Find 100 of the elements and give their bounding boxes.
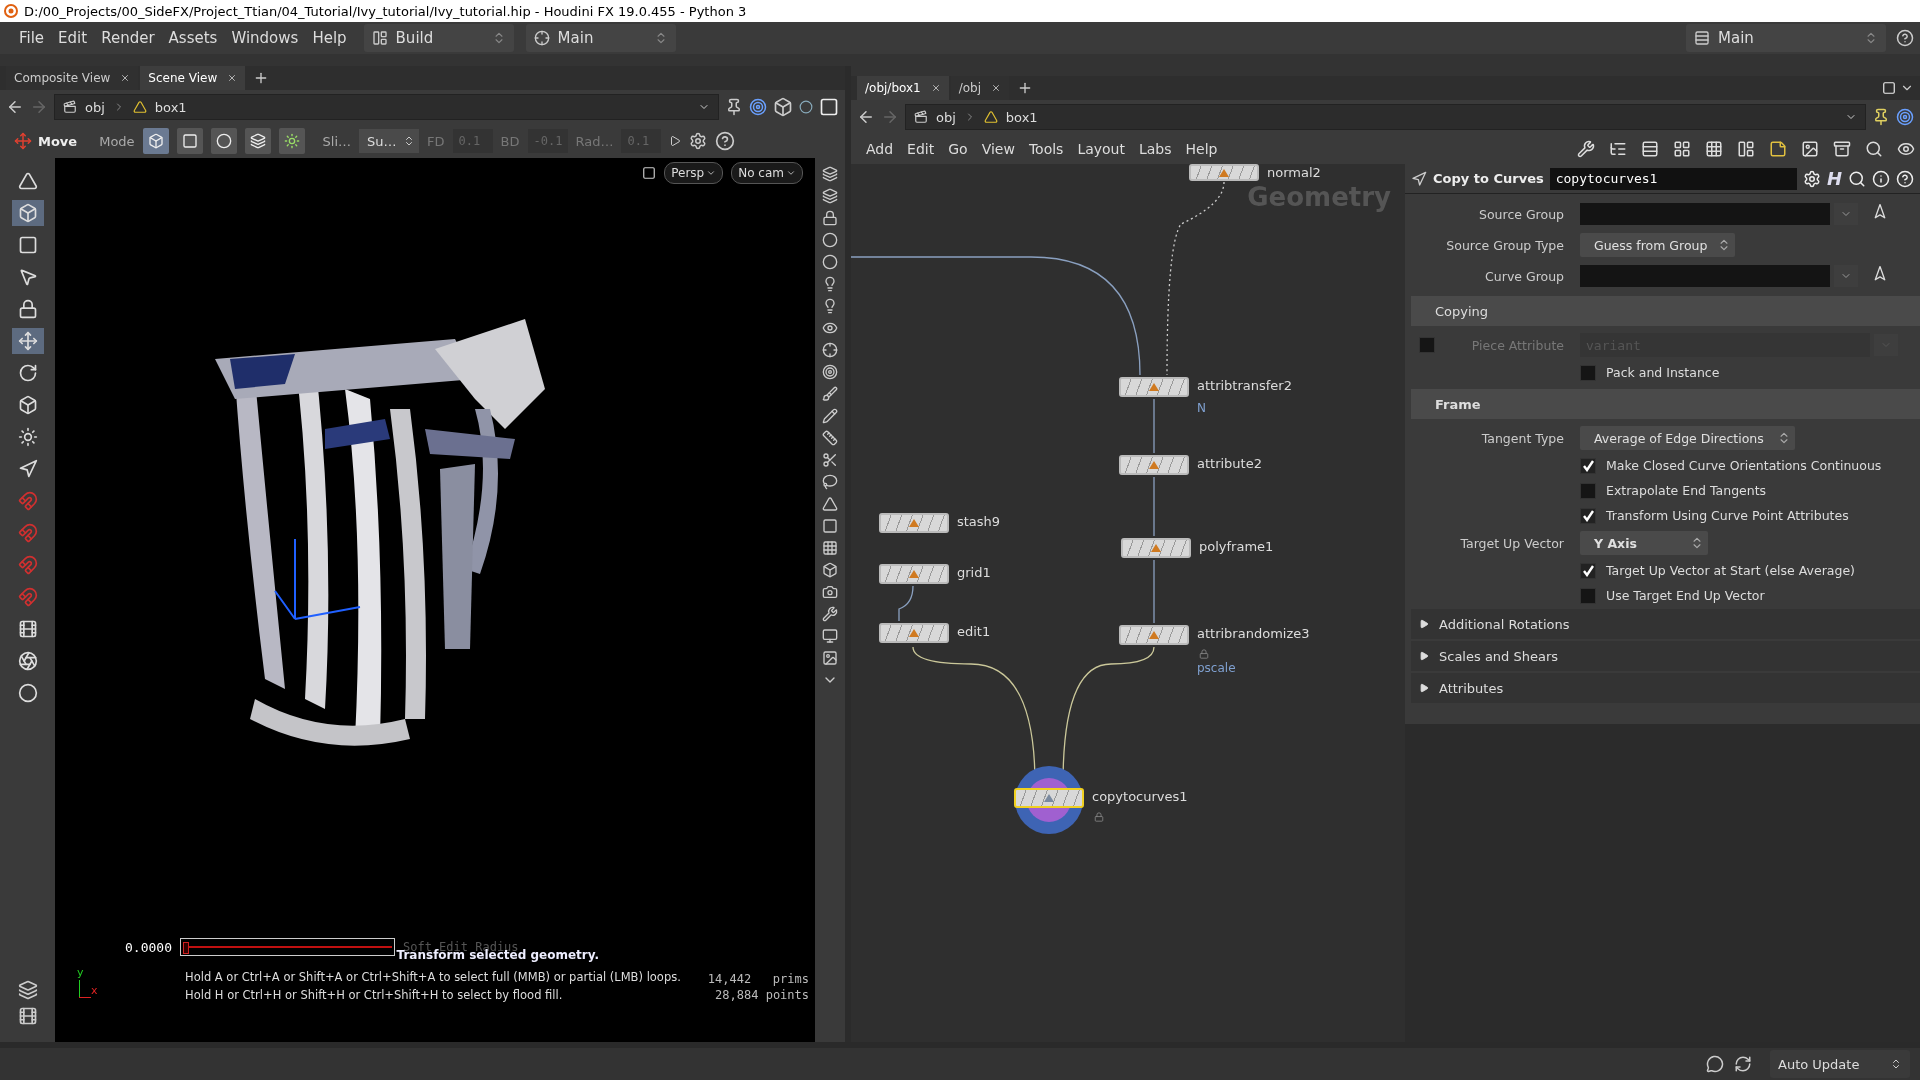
- folder-header[interactable]: Additional Rotations: [1411, 609, 1920, 639]
- film-icon[interactable]: [17, 619, 38, 639]
- asset-button[interactable]: H: [1826, 168, 1842, 189]
- settings-icon[interactable]: [1802, 169, 1821, 188]
- menu-item[interactable]: Assets: [163, 29, 223, 47]
- node-tile[interactable]: [1121, 538, 1191, 558]
- path-bar[interactable]: obj box1: [54, 94, 719, 120]
- close-icon[interactable]: [930, 83, 941, 93]
- checkbox[interactable]: [1580, 482, 1596, 499]
- eye-icon[interactable]: [822, 320, 838, 336]
- close-icon[interactable]: [227, 73, 238, 83]
- menu-field[interactable]: Guess from Group: [1580, 233, 1735, 257]
- node-tile[interactable]: [879, 564, 949, 584]
- node-tile[interactable]: [1119, 455, 1189, 475]
- color-grid-icon[interactable]: [1673, 140, 1691, 158]
- camera-icon[interactable]: [822, 584, 838, 600]
- brush-icon[interactable]: [822, 386, 838, 402]
- lasso-icon[interactable]: [822, 474, 838, 490]
- pane-icon[interactable]: [1882, 81, 1896, 95]
- selection-mode-button[interactable]: [176, 128, 203, 154]
- checkbox[interactable]: [1580, 457, 1596, 474]
- cone-icon[interactable]: [17, 171, 38, 191]
- box-icon[interactable]: [822, 562, 838, 578]
- menu-item[interactable]: Edit: [902, 141, 940, 157]
- group-field[interactable]: [1580, 265, 1830, 287]
- help-icon[interactable]: [715, 131, 736, 151]
- section-header[interactable]: Copying: [1411, 296, 1920, 326]
- arrow-icon[interactable]: [17, 459, 38, 479]
- rotate-icon[interactable]: [17, 363, 38, 383]
- pane-tab[interactable]: Scene View: [140, 66, 246, 90]
- cube-icon[interactable]: [773, 97, 793, 117]
- pin-icon[interactable]: [1872, 108, 1890, 126]
- node-tile[interactable]: [879, 623, 949, 643]
- menu-item[interactable]: File: [14, 29, 50, 47]
- layers-icon[interactable]: [17, 980, 38, 1000]
- selection-mode-button[interactable]: [210, 128, 237, 154]
- menu-item[interactable]: Help: [1180, 141, 1223, 157]
- layout-icon[interactable]: [1737, 140, 1755, 158]
- node-tile[interactable]: [1119, 377, 1189, 397]
- desktop-dropdown[interactable]: Main: [525, 24, 676, 52]
- menu-item[interactable]: Add: [861, 141, 899, 157]
- camera-menu[interactable]: No cam: [731, 162, 803, 184]
- square-icon[interactable]: [822, 518, 838, 534]
- menu-item[interactable]: Tools: [1023, 141, 1069, 157]
- wrench-icon[interactable]: [1577, 140, 1595, 158]
- camera-menu[interactable]: Persp: [664, 162, 724, 184]
- node-tile[interactable]: [1014, 788, 1084, 808]
- menu-field[interactable]: Y Axis: [1580, 531, 1708, 555]
- target-icon[interactable]: [822, 364, 838, 380]
- checkbox[interactable]: [1580, 587, 1596, 604]
- sphere-icon[interactable]: [799, 100, 813, 114]
- grid-icon[interactable]: [822, 540, 838, 556]
- image-icon[interactable]: [822, 650, 838, 666]
- pane-tab[interactable]: /obj/box1: [857, 76, 949, 100]
- radius-slider[interactable]: [179, 938, 395, 956]
- tree-icon[interactable]: [1609, 140, 1627, 158]
- menu-item[interactable]: Go: [943, 141, 973, 157]
- box-icon[interactable]: [1833, 140, 1851, 158]
- slider-thumb[interactable]: [182, 942, 189, 954]
- info-icon[interactable]: [1872, 169, 1890, 188]
- close-icon[interactable]: [120, 73, 131, 83]
- wrench-icon[interactable]: [822, 606, 838, 622]
- bulb-icon[interactable]: [822, 298, 838, 314]
- lock-icon[interactable]: [822, 210, 838, 226]
- play-icon[interactable]: [669, 135, 682, 147]
- help-icon[interactable]: [1896, 29, 1914, 47]
- selection-mode-button[interactable]: [142, 128, 169, 154]
- menu-item[interactable]: Edit: [53, 29, 93, 47]
- refresh-icon[interactable]: [1734, 1055, 1752, 1073]
- cube-icon[interactable]: [17, 203, 38, 223]
- lock-icon[interactable]: [17, 299, 38, 319]
- square-icon[interactable]: [17, 235, 38, 255]
- sphere-icon[interactable]: [822, 232, 838, 248]
- display-options-icon[interactable]: [689, 132, 708, 150]
- node-name-field[interactable]: copytocurves1: [1549, 167, 1797, 190]
- group-field[interactable]: [1580, 203, 1830, 225]
- image-icon[interactable]: [1801, 140, 1819, 158]
- menu-item[interactable]: Windows: [226, 29, 304, 47]
- ruler-icon[interactable]: [822, 430, 838, 446]
- back-icon[interactable]: [6, 98, 24, 116]
- layers-icon[interactable]: [822, 188, 838, 204]
- node-tile[interactable]: [1189, 164, 1259, 181]
- menu-field[interactable]: Average of Edge Directions: [1580, 426, 1795, 450]
- triangle-icon[interactable]: [822, 496, 838, 512]
- burst-icon[interactable]: [17, 427, 38, 447]
- ring-icon[interactable]: [17, 683, 38, 703]
- menu-item[interactable]: View: [976, 141, 1020, 157]
- update-mode-dropdown[interactable]: Auto Update: [1770, 1050, 1910, 1078]
- checkbox[interactable]: [1580, 364, 1596, 381]
- target-icon[interactable]: [749, 98, 767, 116]
- desktop-dropdown[interactable]: Main: [1686, 24, 1886, 52]
- back-icon[interactable]: [857, 108, 875, 126]
- crosshair-icon[interactable]: [822, 342, 838, 358]
- circle-icon[interactable]: [822, 254, 838, 270]
- checkbox[interactable]: [1580, 562, 1596, 579]
- menu-item[interactable]: Layout: [1072, 141, 1130, 157]
- move-icon[interactable]: [17, 331, 38, 351]
- list-icon[interactable]: [1641, 140, 1659, 158]
- view-icon[interactable]: [642, 166, 657, 180]
- search-icon[interactable]: [1848, 169, 1866, 188]
